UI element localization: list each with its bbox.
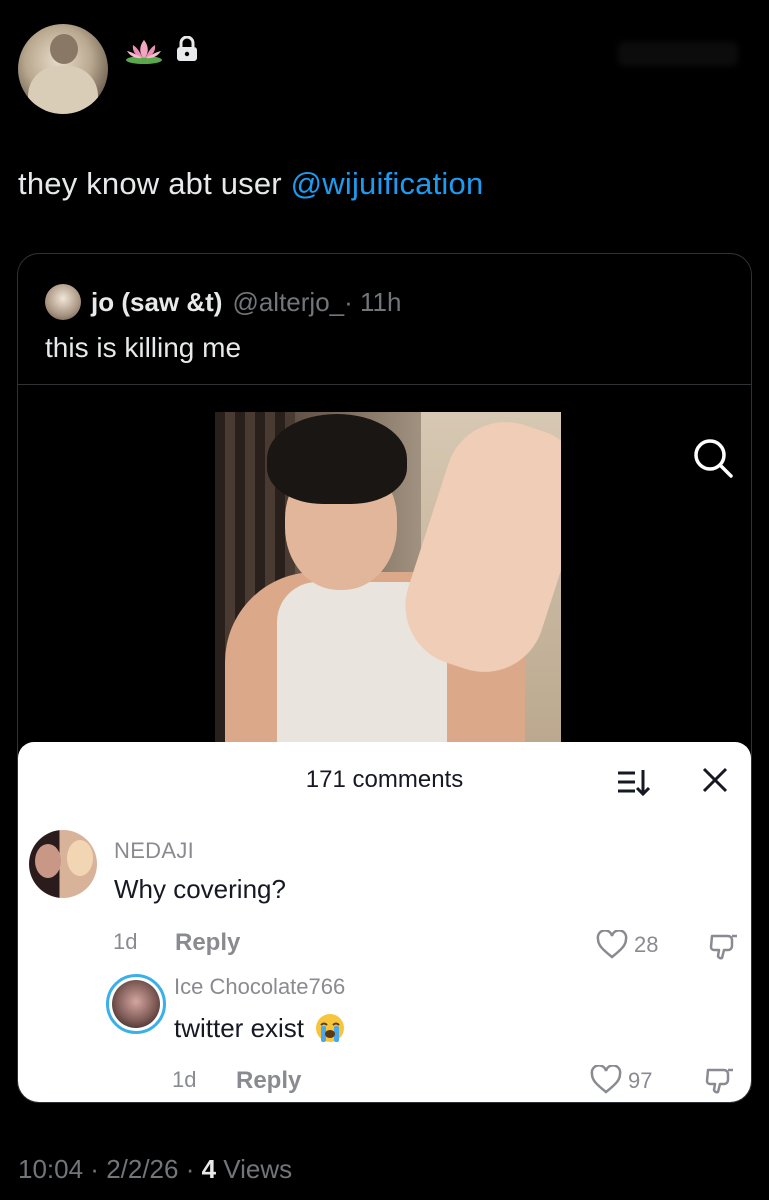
- meta-separator: ·: [178, 1154, 202, 1184]
- avatar-shirt-shape: [28, 66, 98, 114]
- tweet-text: they know abt user @wijuification: [18, 166, 483, 202]
- avatar-head-shape: [50, 34, 78, 64]
- comment-age: 1d: [113, 929, 138, 954]
- loudly-crying-face-icon: [316, 1014, 345, 1042]
- quoted-author-handle[interactable]: @alterjo_: [232, 287, 344, 318]
- comment-text: Why covering?: [114, 874, 286, 904]
- quoted-tweet-time: · 11h: [344, 286, 402, 317]
- quoted-tweet-text: this is killing me: [45, 332, 242, 363]
- comment-username[interactable]: NEDAJI: [114, 838, 194, 864]
- video-frame-image[interactable]: [215, 412, 561, 742]
- tweet-meta: 10:04 · 2/2/26 · 4 Views: [18, 1154, 292, 1185]
- tweet-date[interactable]: 2/2/26: [106, 1154, 178, 1184]
- comments-sheet: 171 comments NEDAJI Why covering? 1d Rep…: [18, 742, 751, 1102]
- reply-reply-button[interactable]: Reply: [236, 1067, 301, 1095]
- reply-avatar[interactable]: [106, 974, 166, 1034]
- quoted-tweet-header: jo (saw &t) @alterjo_ · 11h: [45, 284, 401, 320]
- author-avatar[interactable]: [18, 24, 108, 114]
- meta-separator: ·: [83, 1154, 107, 1184]
- quoted-author-avatar[interactable]: [45, 284, 81, 320]
- dislike-icon[interactable]: [708, 930, 740, 962]
- commenter-avatar[interactable]: [29, 830, 97, 898]
- reply-text-row: twitter exist: [174, 1012, 346, 1044]
- reply-age: 1d: [172, 1067, 197, 1092]
- tweet-time[interactable]: 10:04: [18, 1154, 83, 1184]
- views-label: Views: [216, 1154, 293, 1184]
- heart-icon[interactable]: [590, 1065, 622, 1095]
- search-icon[interactable]: [691, 436, 735, 480]
- lotus-emoji-icon: [126, 40, 162, 64]
- dislike-icon[interactable]: [704, 1064, 736, 1096]
- blurred-name-area: [618, 42, 738, 66]
- quoted-author-name[interactable]: jo (saw &t): [91, 287, 222, 318]
- lock-icon: [177, 36, 197, 61]
- sort-icon[interactable]: [615, 764, 651, 800]
- comment-reply-button[interactable]: Reply: [175, 929, 240, 957]
- mention-link[interactable]: @wijuification: [291, 166, 484, 201]
- divider: [18, 384, 751, 385]
- comment-like-count: 28: [634, 932, 659, 957]
- avatar-figure-shape: [35, 844, 61, 878]
- avatar-figure-shape: [67, 840, 93, 876]
- views-count[interactable]: 4: [202, 1154, 216, 1184]
- reply-username[interactable]: Ice Chocolate766: [174, 974, 345, 1000]
- person-hair-shape: [267, 414, 407, 504]
- reply-text: twitter exist: [174, 1012, 305, 1043]
- tweet-body: they know abt user: [18, 166, 291, 201]
- heart-icon[interactable]: [596, 930, 628, 960]
- quoted-tweet-card[interactable]: jo (saw &t) @alterjo_ · 11h this is kill…: [17, 253, 752, 1103]
- reply-avatar-image: [112, 980, 160, 1028]
- tweet-header: [18, 24, 758, 114]
- close-icon[interactable]: [699, 764, 731, 796]
- reply-like-count: 97: [628, 1068, 653, 1093]
